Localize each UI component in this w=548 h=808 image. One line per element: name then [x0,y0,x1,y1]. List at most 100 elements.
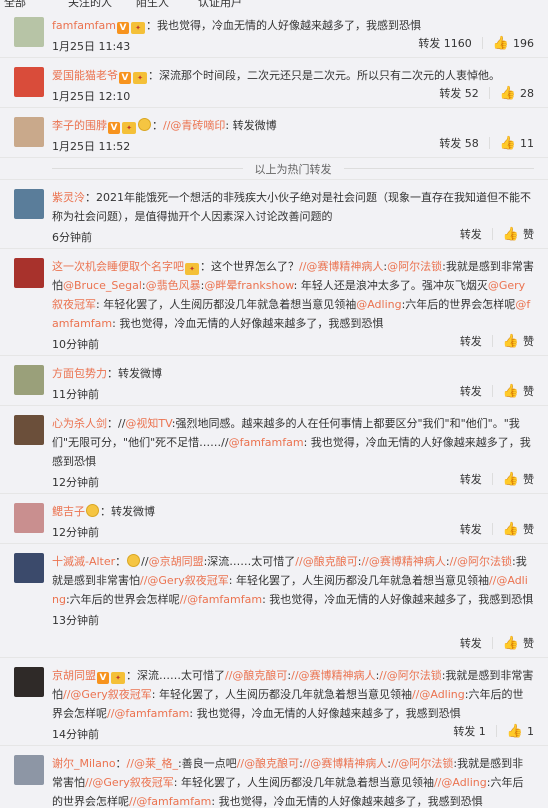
username-link[interactable]: 十滅滅-Alter [52,555,115,568]
emoji-icon [127,554,141,567]
hot-reposts-divider: 以上为热门转发 [0,158,548,180]
username-link[interactable]: famfamfam [52,19,116,32]
avatar[interactable] [14,17,44,47]
username-link[interactable]: 李子的围脖 [52,119,107,132]
mention-link[interactable]: @翡色风暴 [146,279,201,292]
tab-verified[interactable]: 认证用户 [198,0,242,8]
mention-link[interactable]: //@阿尔法锁 [379,669,441,682]
mention-link[interactable]: @Adling [356,298,401,311]
mention-link[interactable]: //@famfamfam [180,593,262,606]
username-link[interactable]: 方面包势力 [52,367,107,380]
repost-button[interactable]: 转发 52 [439,85,479,101]
avatar[interactable] [14,117,44,147]
mention-link[interactable]: @阿尔法锁 [387,260,442,273]
mention-link[interactable]: @视知TV [125,417,171,430]
mention-link[interactable]: //@Adling [434,776,487,789]
mention-link[interactable]: //@famfamfam [107,707,189,720]
repost-text-segment: ： [146,19,157,32]
avatar[interactable] [14,553,44,583]
mention-link[interactable]: //@famfamfam [129,795,211,808]
mention-link[interactable]: //@Gery叙夜冠军 [140,574,229,587]
avatar[interactable] [14,365,44,395]
avatar[interactable] [14,755,44,785]
repost-button[interactable]: 转发 [460,471,482,487]
repost-button[interactable]: 转发 58 [439,135,479,151]
repost-text-segment: :善良一点吧 [177,757,237,770]
vip-badge-icon: ✦ [122,122,136,134]
avatar[interactable] [14,258,44,288]
action-separator [481,37,483,49]
username-link[interactable]: 这一次机会睡便取个名字吧 [52,260,184,273]
mention-link[interactable]: //@赛博精神病人 [303,757,387,770]
mention-link[interactable]: //@Gery叙夜冠军 [63,688,152,701]
mention-link[interactable]: //@酿克酿可 [225,669,287,682]
mention-link[interactable]: //@Gery叙夜冠军 [85,776,174,789]
like-button[interactable]: 👍 赞 [503,383,534,399]
action-separator [491,335,493,347]
avatar[interactable] [14,67,44,97]
avatar[interactable] [14,503,44,533]
repost-text: famfamfam V ✦ ：我也觉得，冷血无情的人好像越来越多了，我感到恐惧 [52,16,534,35]
mention-link[interactable]: //@Adling [412,688,465,701]
action-separator [488,87,490,99]
username-link[interactable]: 京胡同盟 [52,669,96,682]
mention-link[interactable]: //@莱_格_ [127,757,178,770]
mention-link[interactable]: @畔晕frankshow [204,279,293,292]
avatar[interactable] [14,667,44,697]
mention-link[interactable]: //@酿克酿可 [237,757,299,770]
like-button[interactable]: 👍 赞 [503,521,534,537]
repost-text: 紫灵泠：2021年能饿死一个想活的非残疾大小伙子绝对是社会问题（现象一直存在我知… [52,188,534,226]
username-link[interactable]: 紫灵泠 [52,191,85,204]
repost-button[interactable]: 转发 [460,383,482,399]
repost-button[interactable]: 转发 [460,521,482,537]
mention-link[interactable]: //@酿克酿可 [295,555,357,568]
repost-button[interactable]: 转发 [460,226,482,242]
like-count: 196 [513,36,534,50]
username-link[interactable]: 爱国能猫老爷 [52,69,118,82]
username-link[interactable]: 心为杀人剑 [52,417,107,430]
tab-following[interactable]: 关注的人 [68,0,112,8]
verified-badge-icon: V [97,672,109,684]
repost-item: 谢尔_Milano：//@莱_格_:善良一点吧//@酿克酿可://@赛博精神病人… [0,746,548,808]
like-count: 11 [520,136,534,150]
mention-link[interactable]: //@赛博精神病人 [361,555,445,568]
vip-badge-icon: ✦ [185,263,199,275]
repost-text-segment: : 年轻化罢了，人生阅历都没几年就急着想当意见领袖 [173,776,434,789]
tab-all[interactable]: 全部 [4,0,26,8]
repost-text-segment: : 我也觉得，冷血无情的人好像越来越多了，我感到恐惧 [262,593,534,606]
like-button[interactable]: 👍 赞 [503,635,534,651]
mention-link[interactable]: @famfamfam [229,436,304,449]
mention-link[interactable]: //@赛博精神病人 [299,260,383,273]
like-button[interactable]: 👍 赞 [503,226,534,242]
repost-button[interactable]: 转发 1 [453,723,486,739]
like-button[interactable]: 👍 28 [500,86,534,101]
avatar[interactable] [14,415,44,445]
username-link[interactable]: 鳃吉子 [52,505,85,518]
like-button[interactable]: 👍 196 [493,36,534,51]
repost-list: famfamfam V ✦ ：我也觉得，冷血无情的人好像越来越多了，我感到恐惧 1月25… [0,8,548,808]
like-count: 1 [527,724,534,738]
repost-button[interactable]: 转发 [460,635,482,651]
mention-link[interactable]: //@赛博精神病人 [291,669,375,682]
like-button[interactable]: 👍 赞 [503,471,534,487]
like-button[interactable]: 👍 11 [500,136,534,151]
mention-link[interactable]: //@阿尔法锁 [450,555,512,568]
username-link[interactable]: 谢尔_Milano [52,757,116,770]
thumbs-up-icon: 👍 [502,635,519,651]
repost-text-segment: 深流……太可惜了 [137,669,225,682]
like-count: 赞 [523,473,534,486]
mention-link[interactable]: @京胡同盟 [149,555,204,568]
avatar[interactable] [14,189,44,219]
tab-strangers[interactable]: 陌生人 [136,0,169,8]
mention-link[interactable]: //@青砖嘀印 [163,119,225,132]
mention-link[interactable]: //@阿尔法锁 [391,757,453,770]
repost-text: 京胡同盟 V ✦ ：深流……太可惜了//@酿克酿可://@赛博精神病人://@阿尔法锁… [52,666,534,723]
repost-item: 十滅滅-Alter：//@京胡同盟:深流……太可惜了//@酿克酿可://@赛博精… [0,544,548,658]
repost-text-segment: ：深流那个时间段，二次元还只是二次元。所以只有二次元的人衷悼他。 [148,69,500,82]
mention-link[interactable]: @Bruce_Segal [63,279,142,292]
thumbs-up-icon: 👍 [502,521,519,537]
repost-button[interactable]: 转发 1160 [418,35,472,51]
like-button[interactable]: 👍 1 [507,724,534,739]
repost-button[interactable]: 转发 [460,333,482,349]
like-button[interactable]: 👍 赞 [503,333,534,349]
